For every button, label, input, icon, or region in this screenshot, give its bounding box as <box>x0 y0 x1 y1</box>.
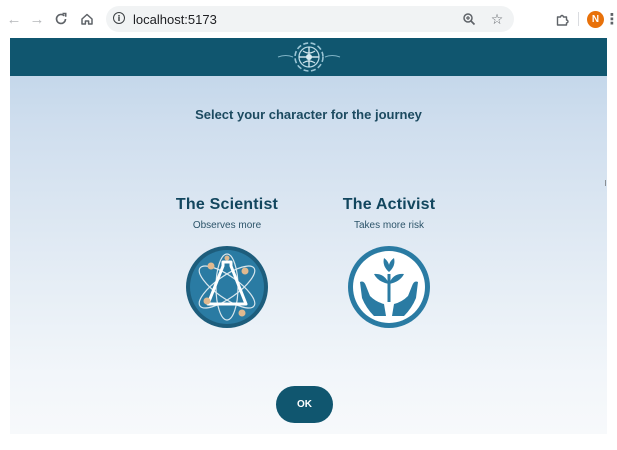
profile-avatar[interactable]: N <box>587 11 604 28</box>
menu-icon[interactable]: ⋮ <box>605 9 617 29</box>
hands-plant-icon <box>348 246 430 328</box>
url-text[interactable]: localhost:5173 <box>133 12 217 27</box>
toolbar-divider <box>578 12 579 26</box>
character-card-scientist[interactable]: The Scientist Observes more <box>152 196 302 328</box>
back-icon[interactable]: ← <box>4 9 24 29</box>
browser-toolbar: ← → i localhost:5173 ☆ N ⋮ <box>0 0 617 38</box>
page-heading: Select your character for the journey <box>195 107 422 122</box>
forward-icon[interactable]: → <box>27 9 47 29</box>
star-icon[interactable]: ☆ <box>488 10 506 28</box>
character-card-activist[interactable]: The Activist Takes more risk <box>314 196 464 328</box>
card-title: The Scientist <box>175 196 279 213</box>
home-icon[interactable] <box>77 9 97 29</box>
info-icon[interactable]: i <box>113 12 125 24</box>
app-logo-icon <box>277 42 341 72</box>
reload-icon[interactable] <box>51 9 71 29</box>
card-subtitle: Takes more risk <box>353 220 424 231</box>
scrollbar-marker <box>605 180 606 186</box>
zoom-icon[interactable] <box>460 10 478 28</box>
ok-button[interactable]: OK <box>276 386 333 423</box>
card-subtitle: Observes more <box>192 220 262 231</box>
app-header <box>10 38 607 76</box>
extensions-icon[interactable] <box>552 9 572 29</box>
card-title: The Activist <box>342 196 436 213</box>
atom-flask-icon <box>186 246 268 328</box>
address-bar[interactable]: i localhost:5173 ☆ <box>106 6 514 32</box>
app-viewport: Select your character for the journey Th… <box>10 38 607 434</box>
